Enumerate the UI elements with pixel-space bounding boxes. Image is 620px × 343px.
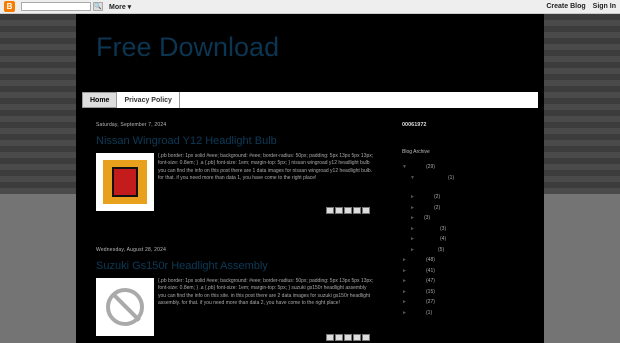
expand-icon[interactable]: ► — [402, 278, 408, 284]
page-tabs: Home Privacy Policy — [82, 92, 538, 108]
blog-this-icon[interactable] — [335, 207, 343, 214]
expand-icon[interactable]: ► — [410, 236, 416, 242]
facebook-share-icon[interactable] — [353, 207, 361, 214]
blog-this-icon[interactable] — [335, 334, 343, 341]
post-date: Saturday, September 7, 2024 — [96, 122, 167, 128]
create-blog-link[interactable]: Create Blog — [546, 3, 585, 10]
expand-icon[interactable]: ► — [402, 289, 408, 295]
pinterest-share-icon[interactable] — [362, 207, 370, 214]
post-date: Wednesday, August 28, 2024 — [96, 247, 167, 253]
expand-icon[interactable]: ► — [402, 299, 408, 305]
visitor-counter: 00061972 — [402, 122, 427, 128]
tab-privacy-policy[interactable]: Privacy Policy — [117, 92, 180, 108]
pinterest-share-icon[interactable] — [362, 334, 370, 341]
main-column: Saturday, September 7, 2024 Nissan Wingr… — [96, 122, 376, 341]
twitter-share-icon[interactable] — [344, 334, 352, 341]
archive-item[interactable]: ► (48) — [402, 255, 532, 266]
facebook-share-icon[interactable] — [353, 334, 361, 341]
email-share-icon[interactable] — [326, 207, 334, 214]
post-thumbnail[interactable] — [96, 153, 154, 211]
collapse-icon[interactable]: ▼ — [402, 164, 408, 170]
archive-item[interactable]: ► (5) — [402, 245, 532, 256]
post-title-link[interactable]: Suzuki Gs150r Headlight Assembly — [96, 260, 376, 272]
share-buttons — [326, 334, 370, 341]
blog-page: Free Download Home Privacy Policy Saturd… — [76, 14, 544, 343]
expand-icon[interactable]: ► — [410, 215, 416, 221]
post-snippet: {.pb border: 1px solid #eee; background:… — [158, 278, 374, 306]
archive-item[interactable]: ► (15) — [402, 287, 532, 298]
archive-item[interactable]: ► (3) — [402, 213, 532, 224]
search-icon[interactable]: 🔍 — [93, 2, 103, 11]
sidebar: 00061972 Blog Archive ▼ (29) ▼ (1) ► (2) ►(… — [402, 122, 532, 318]
archive-item[interactable]: ► (27) — [402, 297, 532, 308]
twitter-share-icon[interactable] — [344, 207, 352, 214]
post-thumbnail[interactable] — [96, 278, 154, 336]
blog-title[interactable]: Free Download — [96, 32, 279, 63]
archive-item[interactable]: ▼ (1) — [402, 173, 532, 184]
blog-archive-list: ▼ (29) ▼ (1) ► (2) ► (2) ► (3) ► (3) ► (4) ► (5)… — [402, 162, 532, 318]
collapse-icon[interactable]: ▼ — [410, 175, 416, 181]
archive-item[interactable]: ► (3) — [402, 224, 532, 235]
archive-item[interactable]: ► (47) — [402, 276, 532, 287]
expand-icon[interactable]: ► — [410, 194, 416, 200]
tab-home[interactable]: Home — [82, 92, 118, 108]
archive-item[interactable]: ► (2) — [402, 192, 532, 203]
expand-icon[interactable]: ► — [410, 247, 416, 253]
more-menu-button[interactable]: More ▾ — [109, 3, 131, 11]
archive-item[interactable]: ► (2) — [402, 203, 532, 214]
archive-item[interactable]: ► (1) — [402, 308, 532, 319]
archive-item[interactable]: ► (4) — [402, 234, 532, 245]
blog-archive-title: Blog Archive — [402, 149, 430, 155]
archive-item[interactable]: ► (41) — [402, 266, 532, 277]
sign-in-link[interactable]: Sign In — [593, 3, 616, 10]
expand-icon[interactable]: ► — [410, 205, 416, 211]
share-buttons — [326, 207, 370, 214]
blogger-logo-icon[interactable]: B — [4, 1, 15, 12]
no-image-icon — [106, 288, 144, 326]
headlight-bulb-image — [112, 167, 138, 197]
post-snippet: {.pb border: 1px solid #eee; background:… — [158, 153, 374, 181]
archive-item[interactable]: ▼ (29) — [402, 162, 532, 173]
expand-icon[interactable]: ► — [402, 268, 408, 274]
expand-icon[interactable]: ► — [410, 226, 416, 232]
expand-icon[interactable]: ► — [402, 310, 408, 316]
expand-icon[interactable]: ► — [402, 257, 408, 263]
post-title-link[interactable]: Nissan Wingroad Y12 Headlight Bulb — [96, 135, 376, 147]
email-share-icon[interactable] — [326, 334, 334, 341]
navbar-search-input[interactable] — [21, 2, 91, 11]
blogger-navbar: B 🔍 More ▾ Create Blog Sign In — [0, 0, 620, 14]
